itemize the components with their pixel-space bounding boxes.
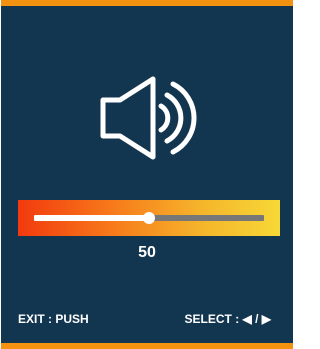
volume-osd-panel: 50 EXIT : PUSH SELECT : ◀ / ▶ [1,0,293,349]
volume-slider-thumb[interactable] [143,212,155,224]
top-accent-bar [1,0,293,6]
bottom-accent-bar [1,343,293,349]
volume-slider-band[interactable] [18,200,280,236]
exit-hint: EXIT : PUSH [18,312,89,326]
speaker-volume-icon [98,76,198,160]
volume-slider-fill [34,215,149,221]
select-hint: SELECT : ◀ / ▶ [184,312,271,326]
volume-value: 50 [138,244,156,261]
